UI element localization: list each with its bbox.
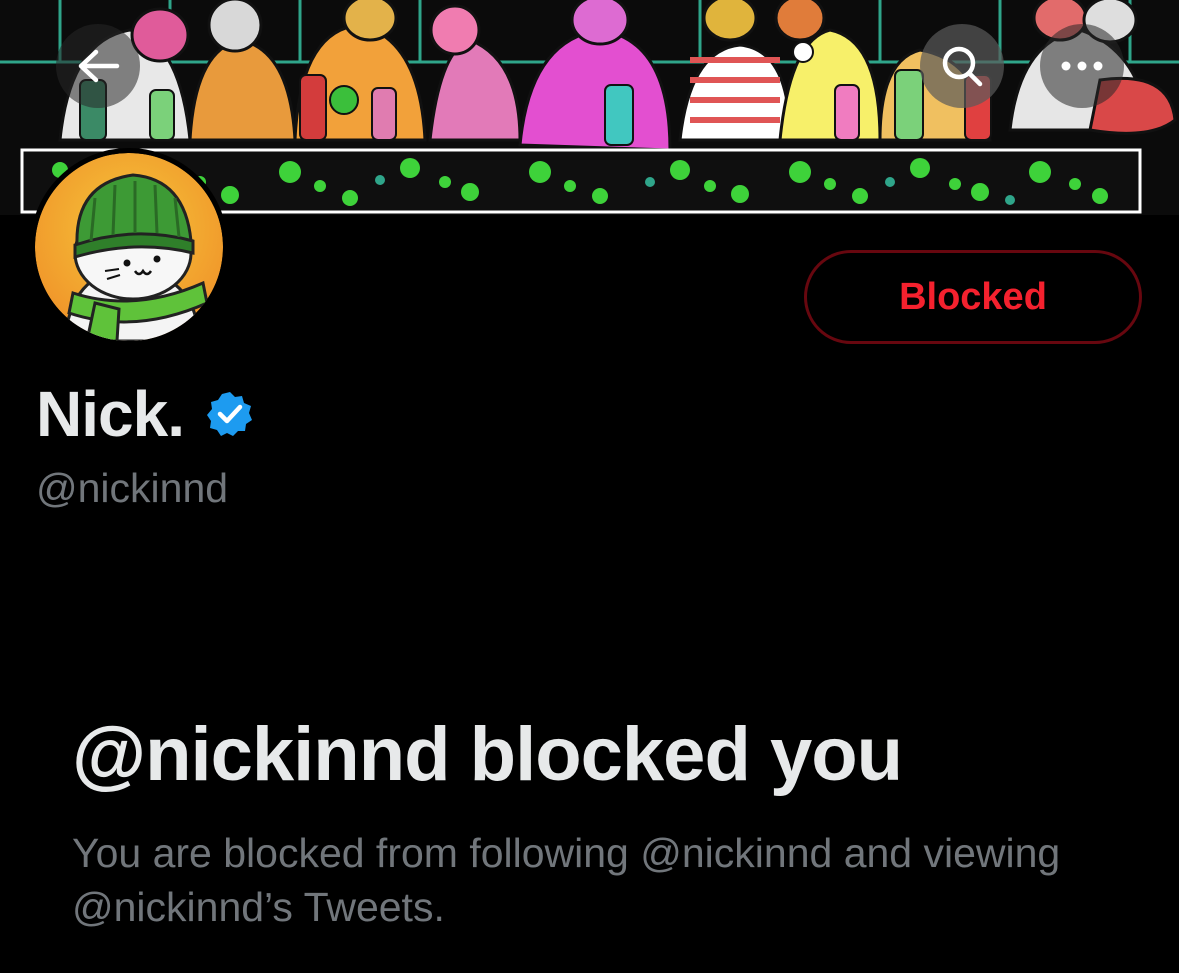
search-button[interactable]	[920, 24, 1004, 108]
blocked-notice-description: You are blocked from following @nickinnd…	[72, 830, 1061, 930]
back-button[interactable]	[56, 24, 140, 108]
avatar-image	[35, 153, 223, 341]
blocked-button[interactable]: Blocked	[804, 250, 1142, 344]
display-name: Nick.	[36, 378, 185, 450]
profile-avatar[interactable]	[30, 148, 228, 346]
blocked-notice-title: @nickinnd blocked you	[72, 712, 903, 797]
more-options-button[interactable]	[1040, 24, 1124, 108]
search-icon	[942, 46, 983, 87]
verified-badge-icon	[206, 392, 252, 436]
back-arrow-icon	[78, 49, 120, 83]
profile-handle: @nickinnd	[36, 465, 229, 511]
more-options-icon	[1061, 61, 1103, 71]
profile-name-row: Nick.	[36, 378, 254, 450]
